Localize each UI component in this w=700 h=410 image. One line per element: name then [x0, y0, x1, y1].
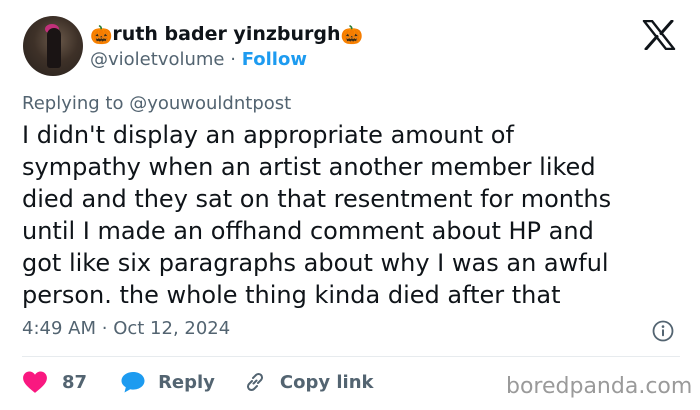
user-handle[interactable]: @violetvolume [90, 49, 224, 70]
copy-link-button[interactable]: Copy link [243, 370, 374, 394]
like-count: 87 [62, 371, 88, 393]
follow-button[interactable]: Follow [242, 49, 307, 70]
tweet-date: Oct 12, 2024 [113, 318, 231, 339]
timestamp[interactable]: 4:49 AM · Oct 12, 2024 [22, 318, 230, 339]
display-name[interactable]: 🎃ruth bader yinzburgh🎃 [90, 22, 363, 48]
pumpkin-icon: 🎃 [90, 25, 113, 46]
timestamp-separator: · [101, 318, 108, 339]
handle-separator: · [230, 49, 236, 70]
replying-to-handle[interactable]: @youwouldntpost [129, 93, 291, 114]
handle-row: @violetvolume · Follow [90, 48, 307, 72]
speech-bubble-icon [121, 372, 145, 393]
pumpkin-icon: 🎃 [340, 25, 363, 46]
tweet-time: 4:49 AM [22, 318, 96, 339]
avatar-figure [47, 28, 61, 68]
divider [22, 356, 680, 357]
replying-to: Replying to @youwouldntpost [22, 93, 291, 114]
replying-to-label: Replying to [22, 93, 124, 114]
display-name-text: ruth bader yinzburgh [112, 23, 341, 45]
reply-button[interactable]: Reply [120, 370, 215, 394]
reply-label: Reply [158, 371, 215, 393]
x-logo-icon[interactable] [642, 20, 676, 50]
tweet-text: I didn't display an appropriate amount o… [22, 121, 612, 309]
watermark: boredpanda.com [506, 374, 693, 399]
link-icon [246, 372, 263, 392]
info-icon[interactable] [652, 320, 674, 342]
action-bar: 87 Reply Copy link [22, 370, 374, 394]
copy-link-label: Copy link [279, 371, 374, 393]
heart-icon [23, 371, 47, 393]
like-button[interactable]: 87 [22, 370, 87, 394]
avatar[interactable] [23, 16, 83, 76]
